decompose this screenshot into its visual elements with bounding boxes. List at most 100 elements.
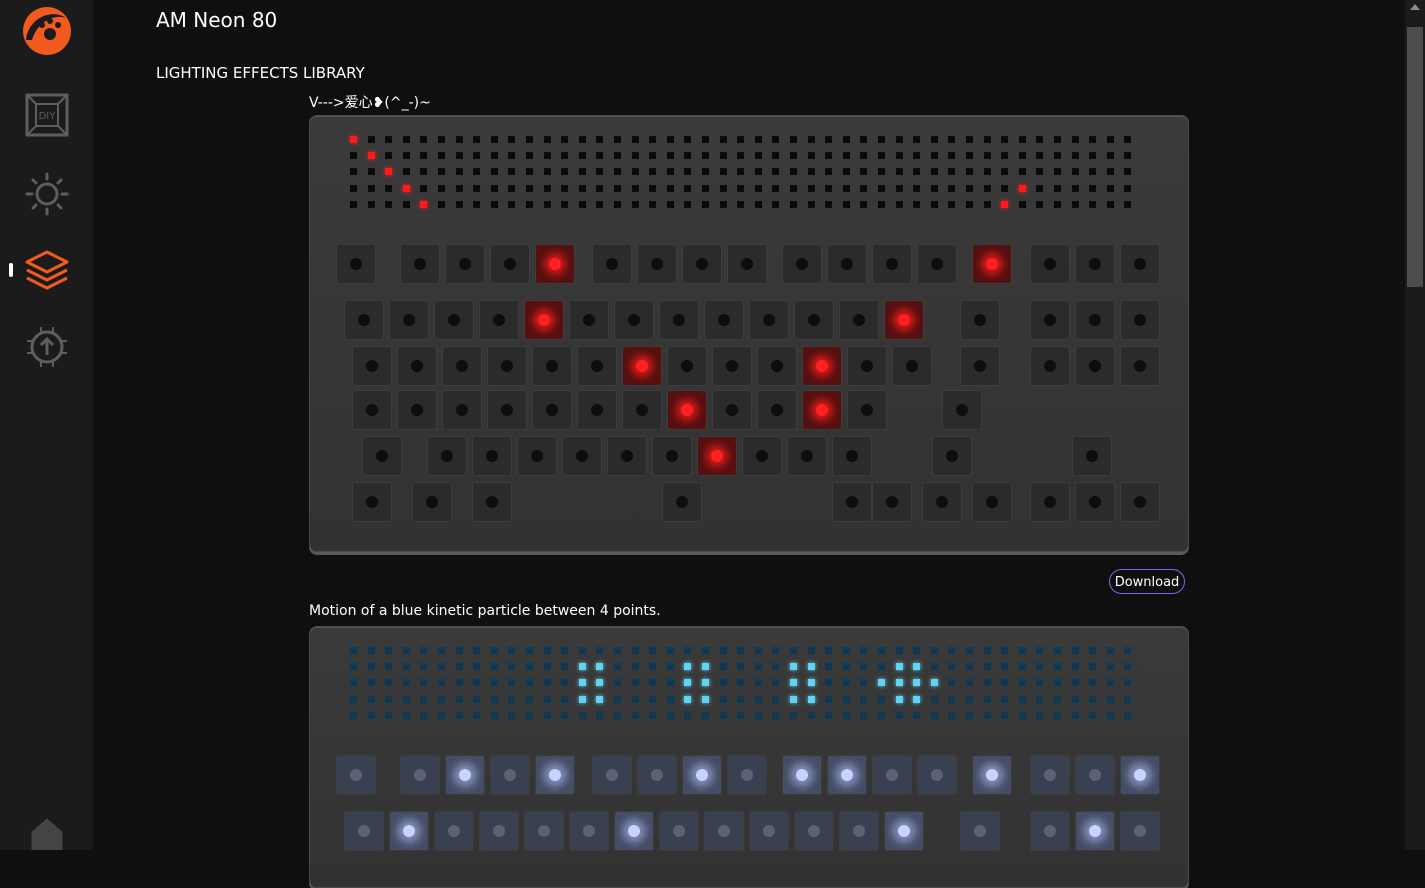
- keycap-switch: [697, 436, 737, 476]
- led-dot: [825, 663, 833, 671]
- keycap-switch: [352, 346, 392, 386]
- led-dot: [842, 200, 850, 208]
- led-dot: [860, 679, 868, 687]
- led-dot: [825, 200, 833, 208]
- led-dot: [1071, 695, 1079, 703]
- led-dot: [455, 647, 463, 654]
- led-dot: [473, 184, 481, 192]
- sidebar-item-diy[interactable]: DIY: [22, 90, 72, 140]
- keycap-switch: [917, 755, 957, 795]
- led-dot: [1054, 136, 1061, 143]
- main-content: AM Neon 80 LIGHTING EFFECTS LIBRARY V---…: [93, 0, 1403, 888]
- sidebar-item-lighting[interactable]: [22, 169, 72, 219]
- led-dot: [490, 679, 498, 687]
- led-dot: [825, 136, 833, 143]
- led-dot: [666, 679, 674, 687]
- led-dot: [790, 711, 797, 719]
- led-dot: [385, 647, 393, 654]
- scrollbar-thumb[interactable]: [1407, 27, 1423, 287]
- led-dot: [895, 711, 903, 719]
- led-dot: [684, 184, 692, 192]
- led-dot: [930, 136, 938, 143]
- led-dot: [490, 184, 498, 192]
- led-dot: [385, 200, 393, 208]
- led-dot: [702, 200, 709, 208]
- led-dot: [1054, 152, 1061, 160]
- led-dot: [1036, 200, 1044, 208]
- download-button[interactable]: Download: [1109, 569, 1185, 594]
- keycap-switch: [397, 390, 437, 430]
- led-dot: [754, 168, 762, 176]
- led-dot: [631, 711, 639, 719]
- led-dot: [825, 695, 833, 703]
- led-dot: [895, 679, 903, 687]
- led-dot: [1054, 647, 1061, 654]
- led-dot: [666, 200, 674, 208]
- keycap-switch: [1030, 346, 1070, 386]
- paw-logo-icon[interactable]: [22, 6, 72, 56]
- led-dot: [966, 200, 973, 208]
- led-dot: [631, 200, 639, 208]
- led-dot: [895, 152, 903, 160]
- led-dot: [737, 663, 745, 671]
- led-dot: [561, 647, 569, 654]
- keycap-switch: [412, 482, 452, 522]
- led-dot: [1089, 647, 1097, 654]
- led-dot: [790, 168, 797, 176]
- led-dot: [473, 711, 481, 719]
- key-grid: [332, 238, 1162, 533]
- led-dot: [1018, 200, 1026, 208]
- led-dot: [473, 136, 481, 143]
- keycap-switch: [794, 811, 834, 851]
- keycap-switch: [614, 300, 654, 340]
- led-dot: [930, 695, 938, 703]
- led-dot: [543, 711, 551, 719]
- led-dot: [737, 695, 745, 703]
- led-dot: [526, 695, 533, 703]
- keycap-switch: [532, 346, 572, 386]
- led-dot: [402, 695, 410, 703]
- led-dot: [772, 152, 780, 160]
- led-dot: [772, 711, 780, 719]
- led-dot: [1001, 663, 1009, 671]
- led-dot: [473, 200, 481, 208]
- led-dot: [772, 679, 780, 687]
- led-dot: [842, 647, 850, 654]
- led-dot: [455, 200, 463, 208]
- led-dot: [772, 663, 780, 671]
- keycap-switch: [577, 346, 617, 386]
- led-dot: [473, 695, 481, 703]
- scroll-up-arrow[interactable]: [1410, 4, 1420, 10]
- led-dot: [1054, 184, 1061, 192]
- led-dot: [1106, 184, 1114, 192]
- sidebar-item-upload[interactable]: [22, 322, 72, 372]
- led-dot: [948, 136, 956, 143]
- led-dot: [807, 200, 815, 208]
- keycap-switch: [1075, 811, 1115, 851]
- keycap-switch: [1030, 811, 1070, 851]
- led-dot: [1124, 695, 1132, 703]
- led-dot: [666, 136, 674, 143]
- keycap-switch: [1030, 755, 1070, 795]
- led-dot: [350, 184, 357, 192]
- led-dot: [385, 679, 393, 687]
- keycap-switch: [362, 436, 402, 476]
- led-dot: [420, 200, 428, 208]
- led-dot: [1054, 711, 1061, 719]
- keycap-switch: [1075, 300, 1115, 340]
- led-dot: [825, 711, 833, 719]
- led-dot: [526, 663, 533, 671]
- led-dot: [508, 695, 516, 703]
- led-dot: [719, 168, 727, 176]
- led-dot: [807, 711, 815, 719]
- led-dot: [1089, 679, 1097, 687]
- led-dot: [543, 184, 551, 192]
- home-icon[interactable]: [30, 816, 64, 850]
- keycap-switch: [490, 244, 530, 284]
- led-dot: [385, 152, 393, 160]
- sidebar-item-library[interactable]: [22, 245, 72, 295]
- keycap-switch: [827, 755, 867, 795]
- led-dot: [1124, 663, 1132, 671]
- led-dot: [596, 168, 604, 176]
- led-dot: [455, 695, 463, 703]
